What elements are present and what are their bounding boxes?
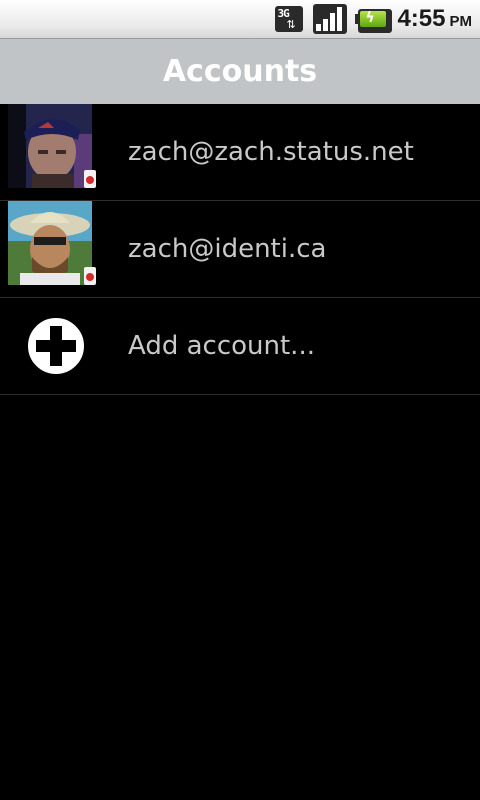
add-icon [26, 316, 86, 376]
account-row[interactable]: zach@zach.status.net [0, 104, 480, 201]
avatar [8, 201, 92, 285]
status-badge-icon [84, 267, 96, 285]
3g-data-icon: 3G ⇅ [275, 4, 307, 34]
status-badge-icon [84, 170, 96, 188]
account-label: zach@zach.status.net [128, 137, 414, 167]
signal-strength-icon [313, 4, 348, 34]
clock-ampm: PM [449, 13, 473, 30]
clock: 4:55 PM [397, 5, 472, 33]
page-title: Accounts [162, 54, 318, 89]
battery-charging-icon: ϟ [355, 8, 393, 33]
account-row[interactable]: zach@identi.ca [0, 201, 480, 298]
add-account-row[interactable]: Add account... [0, 298, 480, 395]
accounts-list: zach@zach.status.net zach@identi.ca Add … [0, 104, 480, 395]
avatar [8, 104, 92, 188]
status-icons: 3G ⇅ ϟ 4:55 PM [275, 0, 472, 38]
status-bar: 3G ⇅ ϟ 4:55 PM [0, 0, 480, 39]
clock-time: 4:55 [397, 5, 446, 32]
add-account-label: Add account... [128, 331, 315, 361]
title-bar: Accounts [0, 39, 480, 104]
account-label: zach@identi.ca [128, 234, 327, 264]
